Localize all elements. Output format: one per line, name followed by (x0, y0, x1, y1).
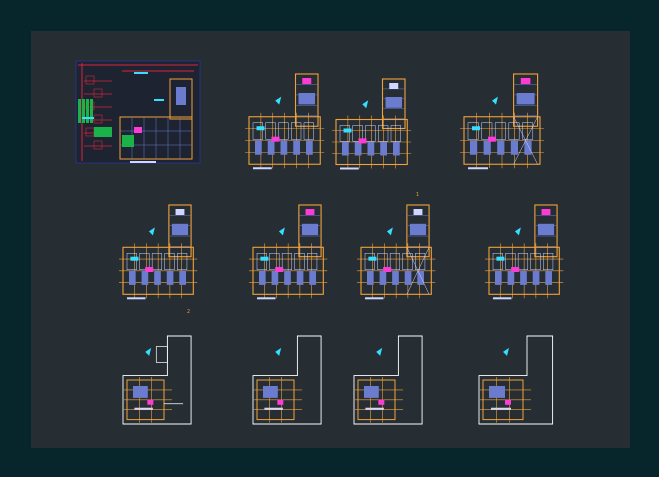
plan-row1-c (460, 73, 544, 170)
plan-row3-a (122, 335, 192, 425)
plan-row2-c (357, 204, 436, 300)
cad-viewport[interactable]: 1 2 (0, 0, 659, 477)
plan-row1-b (332, 78, 412, 170)
plan-row3-d (478, 335, 554, 425)
plan-row2-d (485, 204, 564, 300)
sheet-mark-1: 1 (416, 192, 420, 198)
site-plan (75, 60, 201, 164)
plan-row1-a (245, 73, 325, 170)
drawing-sheet: 1 2 (31, 31, 630, 448)
drawing-canvas (75, 60, 564, 425)
plan-row2-b (249, 204, 328, 300)
plan-row3-c (353, 335, 423, 425)
sheet-mark-2: 2 (187, 309, 191, 315)
plan-row2-a (119, 204, 198, 300)
plan-row3-b (252, 335, 322, 425)
